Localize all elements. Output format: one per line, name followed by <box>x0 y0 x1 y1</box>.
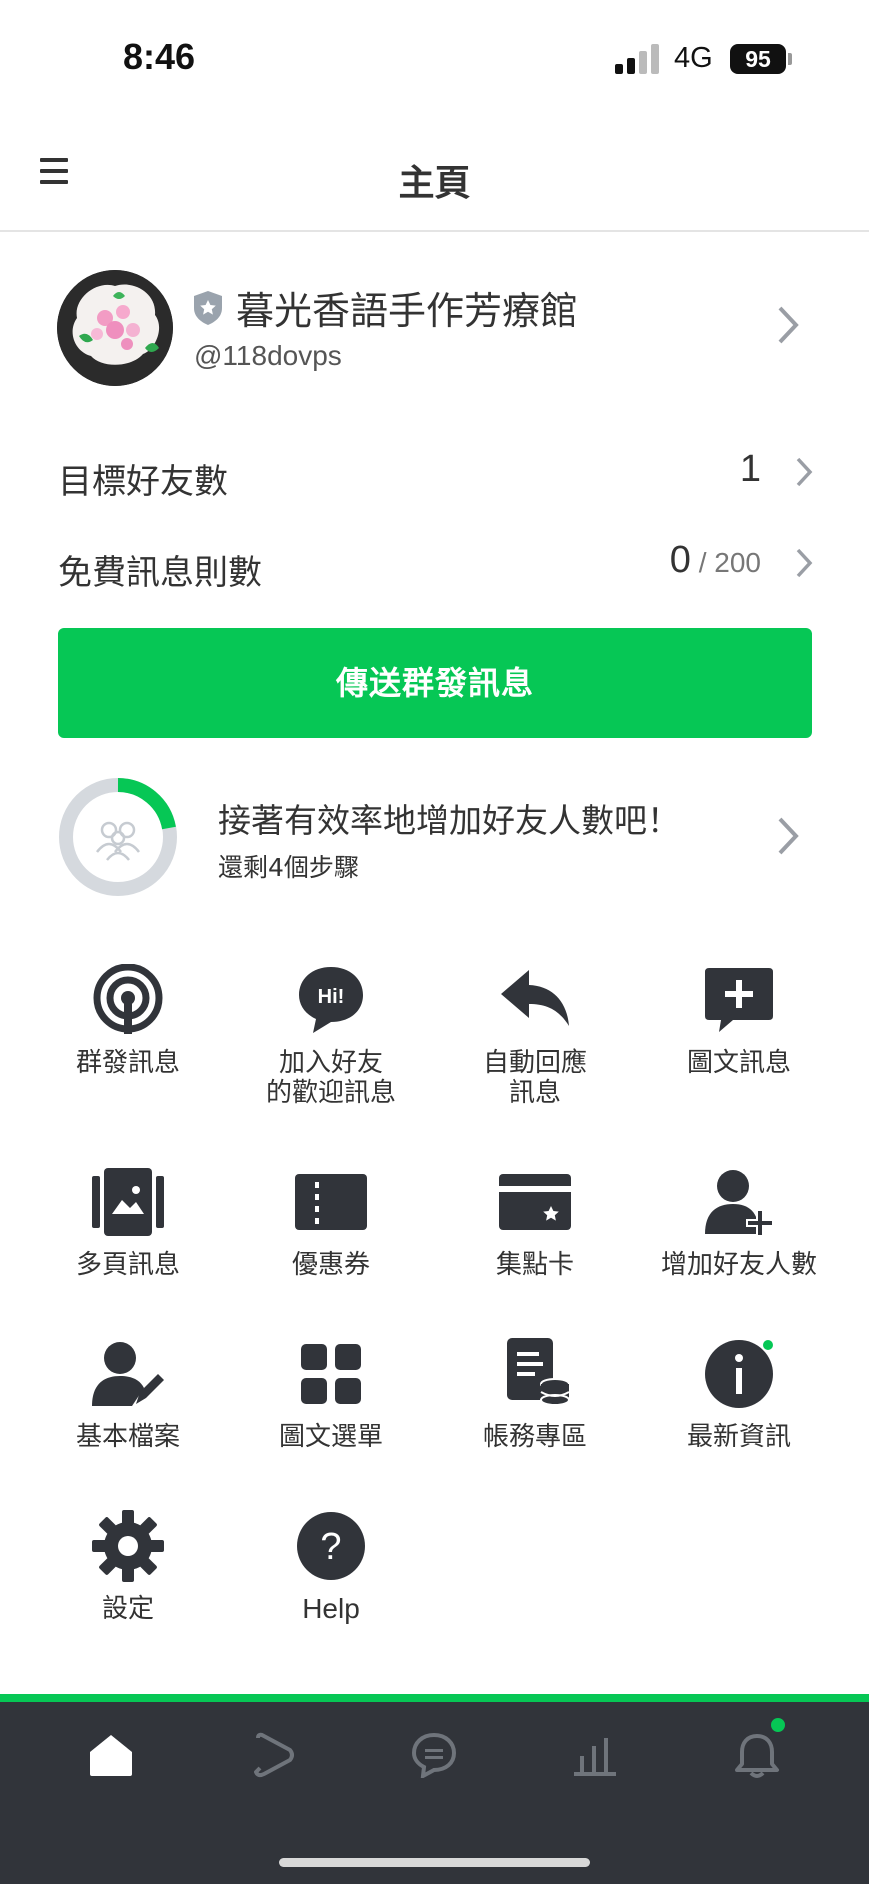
feature-label: 多頁訊息 <box>75 1250 180 1280</box>
nav-notifications[interactable] <box>677 1716 837 1792</box>
feature-reward-card[interactable]: 集點卡 <box>433 1166 637 1280</box>
feature-rich-menu[interactable]: 圖文選單 <box>229 1338 433 1452</box>
feature-profile[interactable]: 基本檔案 <box>26 1338 230 1452</box>
feature-label: 增加好友人數 <box>660 1250 817 1280</box>
send-broadcast-button[interactable]: 傳送群發訊息 <box>58 628 812 738</box>
bottom-nav <box>0 1702 869 1884</box>
free-messages-row[interactable]: 免費訊息則數 0 / 200 <box>58 535 813 595</box>
nav-video[interactable] <box>193 1732 353 1792</box>
notification-dot <box>769 1716 787 1734</box>
account-name: 暮光香語手作芳療館 <box>236 289 579 333</box>
feature-label: 集點卡 <box>495 1250 574 1280</box>
feature-label: 加入好友 的歡迎訊息 <box>265 1048 396 1108</box>
stat-value: 1 <box>740 448 761 491</box>
free-messages-total: / 200 <box>690 547 761 578</box>
stat-label: 目標好友數 <box>58 462 228 502</box>
feature-card-message[interactable]: 多頁訊息 <box>26 1166 230 1280</box>
network-type: 4G <box>674 42 713 74</box>
home-icon <box>90 1735 132 1776</box>
reply-arrow-icon <box>501 970 569 1026</box>
status-bar: 8:46 4G 95 <box>0 0 869 110</box>
feature-label: 圖文訊息 <box>686 1048 791 1078</box>
feature-rich-message[interactable]: 圖文訊息 <box>637 964 841 1078</box>
target-friends-row[interactable]: 目標好友數 1 <box>58 444 813 504</box>
feature-billing[interactable]: 帳務專區 <box>433 1338 637 1452</box>
broadcast-icon <box>93 964 163 1034</box>
signal-icon <box>615 44 661 74</box>
progress-ring[interactable] <box>57 776 179 898</box>
notification-dot <box>761 1338 775 1352</box>
account-avatar[interactable] <box>57 270 173 386</box>
home-indicator <box>279 1858 590 1867</box>
nav-chat[interactable] <box>354 1732 514 1792</box>
account-name-row[interactable]: 暮光香語手作芳療館 <box>194 280 578 335</box>
feature-auto-reply[interactable]: 自動回應 訊息 <box>433 964 637 1108</box>
chart-icon <box>574 1738 616 1776</box>
greeting-bubble-icon: Hi! <box>299 967 363 1033</box>
feature-label: 優惠券 <box>291 1250 370 1280</box>
tip-subtitle: 還剩4個步驟 <box>218 853 359 882</box>
svg-text:?: ? <box>320 1526 341 1568</box>
stat-value: 0 / 200 <box>670 539 761 582</box>
nav-analytics[interactable] <box>515 1732 675 1792</box>
feature-label: 圖文選單 <box>278 1422 383 1452</box>
app-header: 主頁 <box>0 118 869 232</box>
feature-label: 自動回應 訊息 <box>482 1048 587 1108</box>
add-friend-icon <box>705 1170 774 1237</box>
feature-label: 設定 <box>101 1594 154 1624</box>
stat-label: 免費訊息則數 <box>58 553 262 593</box>
feature-news[interactable]: 最新資訊 <box>637 1338 841 1452</box>
chevron-right-icon[interactable] <box>776 816 800 856</box>
reward-card-icon <box>499 1174 571 1230</box>
coupon-icon <box>295 1174 367 1230</box>
chevron-right-icon <box>796 457 813 487</box>
help-icon: ? <box>297 1512 365 1580</box>
bell-icon <box>735 1734 779 1778</box>
rich-menu-icon <box>301 1344 361 1404</box>
chevron-right-icon[interactable] <box>776 305 800 345</box>
tab-indicator-line <box>0 1694 869 1702</box>
feature-coupon[interactable]: 優惠券 <box>229 1166 433 1280</box>
feature-label: 基本檔案 <box>75 1422 180 1452</box>
feature-settings[interactable]: 設定 <box>26 1510 230 1624</box>
svg-text:Hi!: Hi! <box>318 986 345 1008</box>
feature-label: 最新資訊 <box>686 1422 791 1452</box>
play-icon <box>254 1732 294 1778</box>
feature-add-friends[interactable]: 增加好友人數 <box>637 1166 841 1280</box>
feature-label: Help <box>302 1593 360 1624</box>
profile-edit-icon <box>92 1342 164 1406</box>
gear-icon <box>92 1510 164 1582</box>
feature-broadcast[interactable]: 群發訊息 <box>26 964 230 1078</box>
battery-icon: 95 <box>730 44 786 74</box>
battery-tip <box>788 53 792 65</box>
status-time: 8:46 <box>123 36 196 77</box>
chat-icon <box>411 1732 457 1778</box>
feature-label: 帳務專區 <box>482 1422 587 1452</box>
chevron-right-icon <box>796 548 813 578</box>
feature-greeting[interactable]: Hi! 加入好友 的歡迎訊息 <box>229 964 433 1108</box>
tip-title[interactable]: 接著有效率地增加好友人數吧！ <box>218 794 680 842</box>
feature-help[interactable]: ? Help <box>229 1510 433 1624</box>
target-friends-value: 1 <box>739 448 761 490</box>
card-message-icon <box>92 1168 164 1236</box>
feature-label: 群發訊息 <box>75 1048 180 1078</box>
page-title: 主頁 <box>398 163 471 204</box>
billing-icon <box>507 1338 570 1406</box>
account-id: @118dovps <box>194 340 342 371</box>
rich-message-icon <box>705 968 773 1032</box>
shield-badge-icon <box>194 290 222 325</box>
free-messages-used: 0 <box>669 539 691 581</box>
nav-home[interactable] <box>31 1732 191 1792</box>
